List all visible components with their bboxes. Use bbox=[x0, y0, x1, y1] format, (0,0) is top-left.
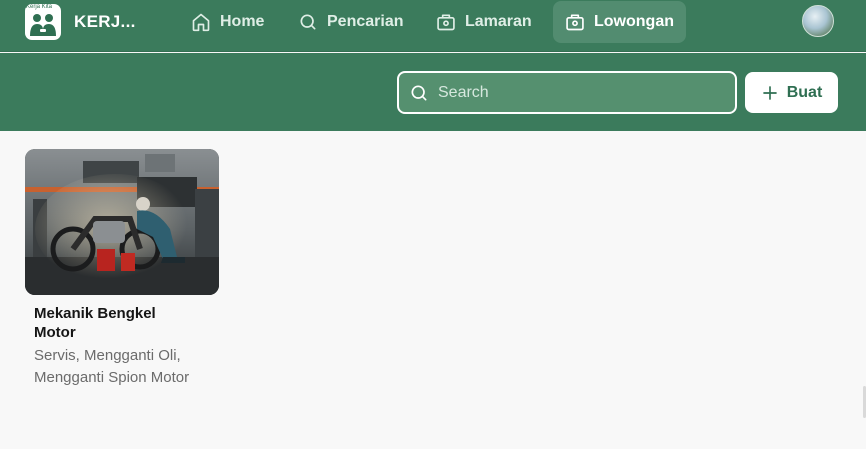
briefcase-icon bbox=[566, 14, 584, 31]
mechanic-photo-illustration bbox=[25, 149, 219, 295]
search-icon bbox=[300, 14, 316, 30]
briefcase-icon bbox=[437, 14, 455, 31]
nav-pencarian[interactable]: Pencarian bbox=[286, 1, 415, 43]
plus-icon bbox=[762, 85, 777, 100]
create-button-label: Buat bbox=[786, 83, 823, 101]
search-box[interactable] bbox=[397, 71, 737, 114]
job-card[interactable]: Mekanik Bengkel Motor Servis, Mengganti … bbox=[25, 149, 219, 389]
brand-name[interactable]: KERJ... bbox=[74, 12, 136, 32]
nav-pencarian-label: Pencarian bbox=[327, 13, 404, 30]
logo-text: Kerja Kita bbox=[26, 4, 53, 10]
nav-lamaran-label: Lamaran bbox=[465, 13, 532, 30]
user-avatar[interactable] bbox=[802, 5, 834, 37]
top-navbar: Kerja Kita KERJ... Home Pencarian Lamara… bbox=[0, 0, 866, 52]
nav-lamaran[interactable]: Lamaran bbox=[424, 1, 544, 43]
search-icon bbox=[411, 85, 427, 100]
job-title: Mekanik Bengkel Motor bbox=[34, 305, 156, 341]
nav-lowongan[interactable]: Lowongan bbox=[553, 1, 686, 43]
search-input[interactable] bbox=[438, 83, 718, 102]
home-icon bbox=[192, 13, 210, 32]
job-description: Servis, Mengganti Oli, Mengganti Spion M… bbox=[34, 347, 190, 386]
nav-home[interactable]: Home bbox=[179, 1, 276, 43]
nav-home-label: Home bbox=[220, 13, 265, 30]
app-logo[interactable]: Kerja Kita bbox=[25, 4, 61, 40]
people-logo-icon bbox=[30, 14, 56, 36]
nav-lowongan-label: Lowongan bbox=[594, 13, 674, 30]
job-image bbox=[25, 149, 219, 295]
create-button[interactable]: Buat bbox=[745, 72, 838, 113]
